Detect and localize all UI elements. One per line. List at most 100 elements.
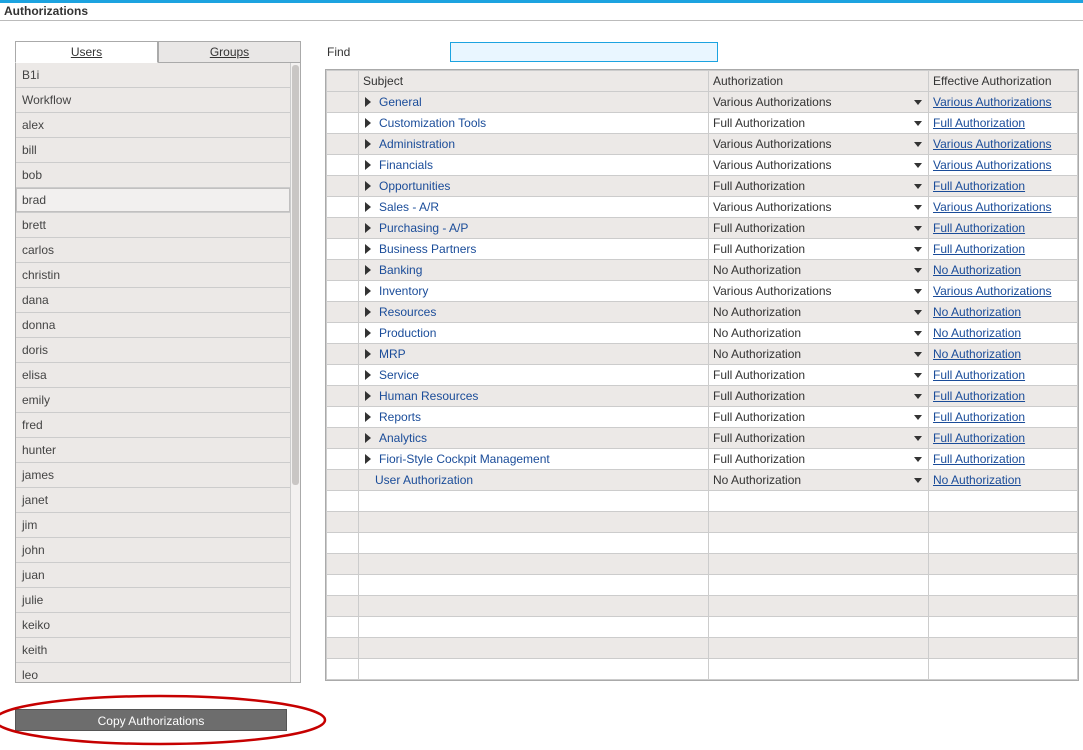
effective-cell[interactable]: Various Authorizations	[929, 281, 1078, 302]
table-row[interactable]: OpportunitiesFull AuthorizationFull Auth…	[327, 176, 1078, 197]
effective-cell[interactable]: Full Authorization	[929, 113, 1078, 134]
effective-link[interactable]: No Authorization	[933, 326, 1021, 340]
expand-icon[interactable]	[365, 97, 371, 107]
dropdown-icon[interactable]	[914, 457, 922, 462]
expand-icon[interactable]	[365, 349, 371, 359]
dropdown-icon[interactable]	[914, 373, 922, 378]
subject-cell[interactable]: General	[359, 92, 709, 113]
subject-cell[interactable]: MRP	[359, 344, 709, 365]
subject-cell[interactable]: Human Resources	[359, 386, 709, 407]
expand-icon[interactable]	[365, 223, 371, 233]
effective-link[interactable]: No Authorization	[933, 305, 1021, 319]
dropdown-icon[interactable]	[914, 268, 922, 273]
table-row[interactable]: FinancialsVarious AuthorizationsVarious …	[327, 155, 1078, 176]
user-row[interactable]: keiko	[16, 613, 290, 638]
user-row[interactable]: alex	[16, 113, 290, 138]
effective-link[interactable]: No Authorization	[933, 473, 1021, 487]
subject-cell[interactable]: Financials	[359, 155, 709, 176]
effective-link[interactable]: No Authorization	[933, 263, 1021, 277]
subject-cell[interactable]: Administration	[359, 134, 709, 155]
user-row[interactable]: bill	[16, 138, 290, 163]
dropdown-icon[interactable]	[914, 478, 922, 483]
header-subject[interactable]: Subject	[359, 71, 709, 92]
user-list-scrollbar[interactable]	[290, 63, 300, 682]
subject-cell[interactable]: Purchasing - A/P	[359, 218, 709, 239]
effective-link[interactable]: Various Authorizations	[933, 284, 1052, 298]
header-effective[interactable]: Effective Authorization	[929, 71, 1078, 92]
table-row[interactable]: ServiceFull AuthorizationFull Authorizat…	[327, 365, 1078, 386]
expand-icon[interactable]	[365, 307, 371, 317]
table-row[interactable]: AdministrationVarious AuthorizationsVari…	[327, 134, 1078, 155]
effective-cell[interactable]: Full Authorization	[929, 218, 1078, 239]
user-row[interactable]: brad	[16, 188, 290, 213]
table-row[interactable]: ResourcesNo AuthorizationNo Authorizatio…	[327, 302, 1078, 323]
authorization-cell[interactable]: No Authorization	[709, 260, 929, 281]
effective-cell[interactable]: Full Authorization	[929, 386, 1078, 407]
expand-icon[interactable]	[365, 202, 371, 212]
user-row[interactable]: brett	[16, 213, 290, 238]
table-row[interactable]: Sales - A/RVarious AuthorizationsVarious…	[327, 197, 1078, 218]
table-row[interactable]: MRPNo AuthorizationNo Authorization	[327, 344, 1078, 365]
table-row[interactable]: Human ResourcesFull AuthorizationFull Au…	[327, 386, 1078, 407]
header-authorization[interactable]: Authorization	[709, 71, 929, 92]
expand-icon[interactable]	[365, 412, 371, 422]
user-list[interactable]: B1iWorkflowalexbillbobbradbrettcarloschr…	[16, 63, 290, 682]
copy-authorizations-button[interactable]: Copy Authorizations	[15, 709, 287, 731]
dropdown-icon[interactable]	[914, 352, 922, 357]
expand-icon[interactable]	[365, 433, 371, 443]
authorization-cell[interactable]: Full Authorization	[709, 239, 929, 260]
authorization-cell[interactable]: Full Authorization	[709, 176, 929, 197]
table-row[interactable]: Customization ToolsFull AuthorizationFul…	[327, 113, 1078, 134]
effective-cell[interactable]: No Authorization	[929, 260, 1078, 281]
user-row[interactable]: janet	[16, 488, 290, 513]
effective-link[interactable]: Full Authorization	[933, 431, 1025, 445]
expand-icon[interactable]	[365, 370, 371, 380]
dropdown-icon[interactable]	[914, 163, 922, 168]
effective-link[interactable]: Full Authorization	[933, 389, 1025, 403]
user-row[interactable]: emily	[16, 388, 290, 413]
subject-cell[interactable]: Banking	[359, 260, 709, 281]
effective-cell[interactable]: Various Authorizations	[929, 197, 1078, 218]
authorization-cell[interactable]: Full Authorization	[709, 218, 929, 239]
subject-cell[interactable]: Customization Tools	[359, 113, 709, 134]
effective-cell[interactable]: Various Authorizations	[929, 92, 1078, 113]
effective-link[interactable]: Full Authorization	[933, 410, 1025, 424]
expand-icon[interactable]	[365, 118, 371, 128]
user-row[interactable]: leo	[16, 663, 290, 682]
user-row[interactable]: doris	[16, 338, 290, 363]
dropdown-icon[interactable]	[914, 226, 922, 231]
effective-cell[interactable]: No Authorization	[929, 470, 1078, 491]
authorization-cell[interactable]: Various Authorizations	[709, 134, 929, 155]
user-row[interactable]: elisa	[16, 363, 290, 388]
effective-cell[interactable]: Full Authorization	[929, 239, 1078, 260]
user-row[interactable]: fred	[16, 413, 290, 438]
subject-cell[interactable]: Business Partners	[359, 239, 709, 260]
user-row[interactable]: keith	[16, 638, 290, 663]
effective-cell[interactable]: Full Authorization	[929, 365, 1078, 386]
expand-icon[interactable]	[365, 265, 371, 275]
find-input[interactable]	[450, 42, 718, 62]
effective-cell[interactable]: No Authorization	[929, 302, 1078, 323]
authorization-cell[interactable]: Full Authorization	[709, 449, 929, 470]
authorization-cell[interactable]: No Authorization	[709, 470, 929, 491]
authorization-cell[interactable]: No Authorization	[709, 323, 929, 344]
subject-cell[interactable]: Service	[359, 365, 709, 386]
dropdown-icon[interactable]	[914, 100, 922, 105]
subject-cell[interactable]: Sales - A/R	[359, 197, 709, 218]
expand-icon[interactable]	[365, 391, 371, 401]
subject-cell[interactable]: Fiori-Style Cockpit Management	[359, 449, 709, 470]
effective-cell[interactable]: No Authorization	[929, 323, 1078, 344]
dropdown-icon[interactable]	[914, 289, 922, 294]
authorization-cell[interactable]: Full Authorization	[709, 113, 929, 134]
effective-cell[interactable]: Full Authorization	[929, 449, 1078, 470]
dropdown-icon[interactable]	[914, 121, 922, 126]
dropdown-icon[interactable]	[914, 310, 922, 315]
effective-link[interactable]: Various Authorizations	[933, 95, 1052, 109]
expand-icon[interactable]	[365, 454, 371, 464]
effective-link[interactable]: No Authorization	[933, 347, 1021, 361]
table-row[interactable]: InventoryVarious AuthorizationsVarious A…	[327, 281, 1078, 302]
user-row[interactable]: bob	[16, 163, 290, 188]
authorization-cell[interactable]: Full Authorization	[709, 386, 929, 407]
user-row[interactable]: B1i	[16, 63, 290, 88]
authorization-cell[interactable]: Various Authorizations	[709, 197, 929, 218]
